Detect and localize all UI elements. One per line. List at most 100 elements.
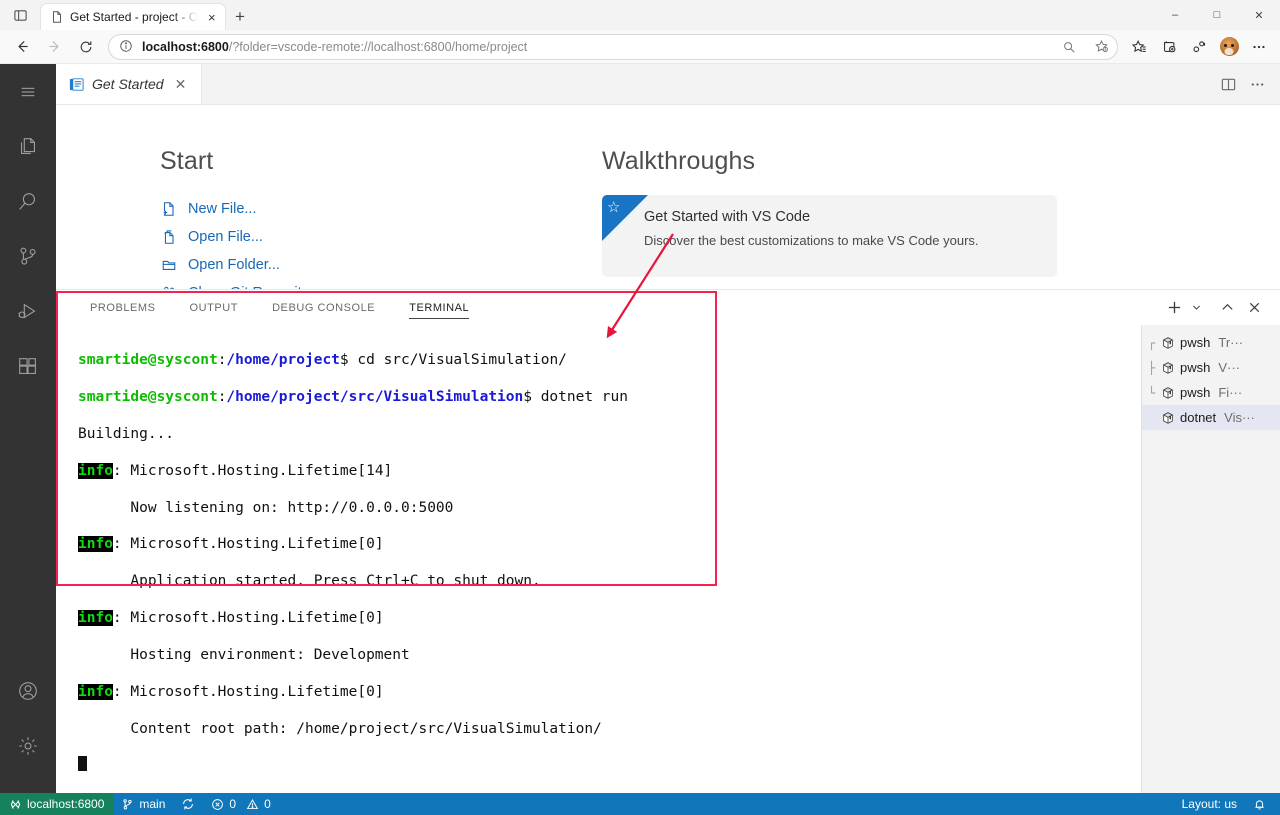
browser-tab-close-icon[interactable]: × [204, 9, 219, 25]
terminal-tab-item[interactable]: ┌ pwsh Tr··· [1142, 330, 1280, 355]
tab-problems[interactable]: Problems [80, 290, 166, 325]
bottom-panel: Problems Output Debug Console Terminal [56, 289, 1280, 793]
sidebar-item-extensions[interactable] [0, 339, 56, 394]
sidebar-item-menu[interactable] [0, 64, 56, 119]
sidebar-item-source-control[interactable] [0, 229, 56, 284]
terminal-tab-item[interactable]: ├ pwsh V··· [1142, 355, 1280, 380]
terminal-tab-name: pwsh [1180, 360, 1211, 375]
status-branch[interactable]: main [113, 793, 173, 815]
tab-output[interactable]: Output [180, 290, 249, 325]
status-layout[interactable]: Layout: us [1174, 793, 1245, 815]
walkthrough-card[interactable]: ☆ Get Started with VS Code Discover the … [602, 195, 1057, 277]
status-sync[interactable] [173, 793, 203, 815]
reload-button[interactable] [70, 33, 102, 61]
folder-icon [160, 257, 177, 274]
address-host: localhost:6800 [142, 39, 229, 54]
sidebar-item-search[interactable] [0, 174, 56, 229]
tree-branch-glyph: ├ [1148, 360, 1156, 375]
open-file-link[interactable]: Open File... [160, 223, 602, 251]
terminal-command: dotnet run [540, 389, 629, 406]
favorites-star-icon[interactable] [1124, 33, 1154, 61]
address-bar[interactable]: localhost:6800/?folder=vscode-remote://l… [108, 33, 1118, 60]
split-screen-icon[interactable] [1184, 33, 1214, 61]
layout-label: Layout: us [1181, 797, 1237, 811]
chevron-down-icon[interactable] [1189, 296, 1204, 320]
terminal-line: Now listening on: http://0.0.0.0:5000 [78, 499, 454, 516]
log-level-badge: info [78, 683, 113, 700]
log-text: : Microsoft.Hosting.Lifetime[0] [112, 683, 384, 700]
log-text: : Microsoft.Hosting.Lifetime[14] [112, 462, 393, 479]
window-close-button[interactable]: ✕ [1238, 0, 1280, 30]
browser-more-icon[interactable] [1244, 33, 1274, 61]
tab-get-started[interactable]: Get Started ✕ [56, 64, 202, 104]
terminal-line: info: Microsoft.Hosting.Lifetime[14] [78, 462, 1141, 480]
sidebar-item-explorer[interactable] [0, 119, 56, 174]
log-level-badge: info [78, 462, 113, 479]
terminal-line: info: Microsoft.Hosting.Lifetime[0] [78, 609, 1141, 627]
error-icon [211, 798, 224, 811]
terminal-line: Content root path: /home/project/src/Vis… [78, 720, 602, 737]
browser-tab[interactable]: Get Started - project - Ope × [40, 3, 226, 30]
start-heading: Start [160, 147, 214, 175]
walkthrough-description: Discover the best customizations to make… [644, 233, 979, 248]
terminal-tab-subtitle: Fi··· [1218, 385, 1243, 400]
terminal-line: info: Microsoft.Hosting.Lifetime[0] [78, 683, 1141, 701]
new-file-label: New File... [188, 201, 257, 217]
tab-close-icon[interactable]: ✕ [175, 76, 187, 93]
terminal-cube-icon [1161, 411, 1176, 425]
add-favorite-icon[interactable] [1089, 36, 1113, 58]
chevron-up-icon[interactable] [1215, 296, 1239, 320]
tab-debug-console[interactable]: Debug Console [262, 290, 385, 325]
new-terminal-icon[interactable] [1162, 296, 1186, 320]
sidebar-item-accounts[interactable] [0, 663, 56, 718]
sidebar-item-run-debug[interactable] [0, 284, 56, 339]
status-remote-indicator[interactable]: localhost:6800 [0, 793, 114, 815]
zoom-icon[interactable] [1057, 36, 1081, 58]
collections-icon[interactable] [1154, 33, 1184, 61]
terminal-cube-icon [1161, 386, 1176, 400]
open-folder-label: Open Folder... [188, 257, 280, 273]
panel-actions [1162, 290, 1280, 325]
log-level-badge: info [78, 610, 113, 627]
terminal-tab-item[interactable]: └ pwsh Fi··· [1142, 380, 1280, 405]
site-info-icon[interactable] [119, 39, 134, 54]
terminal-output[interactable]: smartide@syscont:/home/project$ cd src/V… [56, 325, 1141, 793]
bell-icon [1253, 798, 1266, 811]
get-started-icon [68, 76, 85, 93]
terminal-tab-subtitle: Vis··· [1224, 410, 1255, 425]
new-file-link[interactable]: New File... [160, 195, 602, 223]
window-minimize-button[interactable]: – [1154, 0, 1196, 30]
editor-more-icon[interactable] [1249, 76, 1266, 93]
address-path: /?folder=vscode-remote://localhost:6800/… [228, 39, 528, 54]
terminal-tab-item-selected[interactable]: dotnet Vis··· [1142, 405, 1280, 430]
new-tab-button[interactable]: + [226, 4, 254, 30]
split-editor-icon[interactable] [1220, 76, 1237, 93]
window-maximize-button[interactable]: □ [1196, 0, 1238, 30]
forward-button[interactable] [38, 33, 70, 61]
branch-label: main [139, 797, 166, 811]
close-panel-icon[interactable] [1242, 296, 1266, 320]
terminal-tab-name: dotnet [1180, 410, 1217, 425]
editor-area: Get Started ✕ Start New File... Open Fil… [56, 64, 1280, 793]
status-notifications[interactable] [1245, 793, 1280, 815]
new-file-icon [160, 201, 177, 218]
tab-actions-icon[interactable] [0, 0, 40, 30]
prompt-dollar: $ [339, 352, 358, 369]
status-problems[interactable]: 0 0 [203, 793, 278, 815]
walkthrough-title: Get Started with VS Code [644, 209, 811, 225]
sidebar-item-settings[interactable] [0, 718, 56, 773]
panel-header-spacer [493, 290, 1162, 325]
remote-indicator-icon [9, 798, 22, 811]
address-bar-url[interactable]: localhost:6800/?folder=vscode-remote://l… [142, 40, 1049, 54]
browser-toolbar: localhost:6800/?folder=vscode-remote://l… [0, 30, 1280, 64]
open-folder-link[interactable]: Open Folder... [160, 251, 602, 279]
terminal-tab-subtitle: Tr··· [1218, 335, 1244, 350]
terminal-cube-icon [1161, 361, 1176, 375]
browser-titlebar: Get Started - project - Ope × + – □ ✕ [0, 0, 1280, 30]
back-button[interactable] [6, 33, 38, 61]
open-file-label: Open File... [188, 229, 263, 245]
prompt-path: /home/project/src/VisualSimulation [226, 389, 524, 406]
warning-icon [246, 798, 259, 811]
tab-terminal[interactable]: Terminal [399, 290, 479, 325]
profile-avatar[interactable] [1214, 33, 1244, 61]
